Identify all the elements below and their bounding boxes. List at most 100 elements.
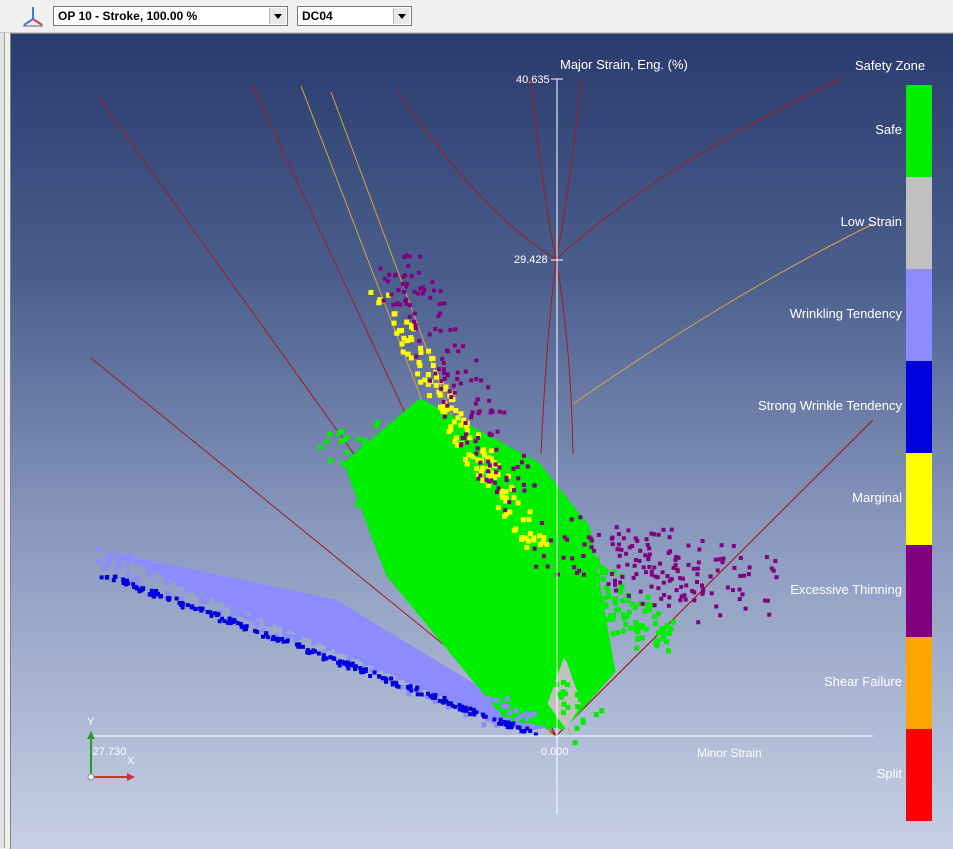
strain-point bbox=[487, 479, 491, 484]
strain-point bbox=[369, 661, 375, 667]
strain-point bbox=[541, 535, 547, 540]
strain-point bbox=[452, 343, 457, 348]
strain-point bbox=[674, 588, 679, 593]
strain-point bbox=[416, 270, 421, 275]
strain-point bbox=[430, 363, 436, 368]
strain-point bbox=[417, 338, 422, 343]
strain-point bbox=[524, 544, 530, 550]
coordinate-axes-icon[interactable] bbox=[20, 4, 46, 28]
strain-point bbox=[134, 575, 140, 581]
strain-point bbox=[492, 615, 498, 620]
strain-point bbox=[399, 341, 405, 347]
strain-point bbox=[426, 393, 432, 399]
strain-point bbox=[441, 700, 446, 705]
strain-point bbox=[124, 562, 130, 568]
strain-point bbox=[296, 644, 301, 649]
strain-point bbox=[623, 621, 629, 627]
strain-point bbox=[396, 288, 401, 293]
strain-point bbox=[452, 390, 457, 395]
strain-point bbox=[438, 289, 443, 294]
strain-point bbox=[390, 453, 395, 459]
legend-color-bar bbox=[906, 85, 932, 821]
strain-point bbox=[428, 694, 433, 698]
strain-point bbox=[740, 592, 745, 597]
strain-point bbox=[553, 634, 559, 640]
strain-point bbox=[467, 435, 473, 441]
strain-point bbox=[468, 697, 474, 703]
strain-point bbox=[670, 619, 676, 625]
strain-point bbox=[582, 542, 587, 547]
strain-point bbox=[474, 466, 479, 471]
legend-swatch bbox=[906, 453, 932, 545]
strain-point bbox=[594, 596, 600, 601]
strain-point bbox=[227, 616, 232, 621]
strain-point bbox=[661, 580, 666, 585]
material-select[interactable]: DC04 bbox=[297, 6, 412, 26]
strain-point bbox=[555, 572, 560, 577]
strain-point bbox=[695, 572, 700, 577]
strain-point bbox=[161, 565, 167, 571]
strain-point bbox=[522, 453, 526, 458]
strain-point bbox=[634, 572, 639, 577]
strain-point bbox=[422, 504, 427, 509]
stage-select[interactable]: OP 10 - Stroke, 100.00 % bbox=[53, 6, 288, 26]
strain-point bbox=[328, 458, 334, 464]
strain-point bbox=[534, 564, 539, 569]
strain-point bbox=[453, 408, 459, 413]
strain-point bbox=[498, 608, 504, 614]
strain-point bbox=[438, 580, 444, 586]
strain-point bbox=[626, 593, 631, 598]
strain-point bbox=[658, 561, 662, 566]
strain-point bbox=[453, 435, 459, 441]
strain-point bbox=[638, 548, 643, 553]
strain-point bbox=[174, 596, 179, 601]
strain-point bbox=[215, 597, 221, 603]
strain-point bbox=[538, 548, 544, 554]
strain-point bbox=[668, 626, 674, 632]
strain-point bbox=[391, 302, 396, 307]
strain-point bbox=[646, 607, 652, 613]
strain-point bbox=[609, 572, 614, 576]
strain-point bbox=[679, 584, 684, 589]
strain-point bbox=[297, 622, 302, 628]
strain-point bbox=[261, 634, 265, 639]
strain-point bbox=[183, 587, 189, 593]
strain-point bbox=[305, 628, 311, 634]
strain-point bbox=[738, 574, 743, 578]
strain-point bbox=[439, 387, 444, 392]
strain-point bbox=[447, 693, 453, 699]
strain-point bbox=[544, 542, 550, 547]
strain-point bbox=[630, 544, 635, 548]
strain-point bbox=[395, 483, 401, 489]
flc-viewport[interactable]: Major Strain, Eng. (%) Minor Strain 40.6… bbox=[10, 33, 953, 849]
strain-point bbox=[502, 410, 507, 415]
strain-point bbox=[111, 578, 116, 583]
strain-point bbox=[619, 584, 625, 590]
chevron-down-icon[interactable] bbox=[269, 8, 286, 24]
strain-point bbox=[479, 634, 485, 640]
strain-point bbox=[487, 473, 493, 479]
strain-point bbox=[561, 555, 566, 560]
strain-point bbox=[324, 439, 330, 445]
strain-point bbox=[518, 713, 524, 719]
legend-label: Wrinkling Tendency bbox=[789, 306, 902, 321]
strain-point bbox=[97, 546, 102, 552]
strain-point bbox=[502, 513, 508, 519]
strain-point bbox=[113, 574, 118, 579]
strain-point bbox=[464, 708, 469, 713]
strain-point bbox=[526, 620, 532, 626]
material-select-value: DC04 bbox=[302, 9, 333, 23]
strain-point bbox=[152, 590, 157, 595]
strain-point bbox=[435, 683, 441, 689]
strain-point bbox=[678, 598, 683, 603]
strain-point bbox=[209, 613, 214, 618]
y-axis-label: Major Strain, Eng. (%) bbox=[560, 57, 688, 72]
flc-curve bbox=[540, 258, 557, 455]
strain-point bbox=[557, 531, 563, 537]
stage-select-value: OP 10 - Stroke, 100.00 % bbox=[58, 9, 198, 23]
strain-point bbox=[632, 604, 638, 610]
legend-label: Excessive Thinning bbox=[790, 582, 902, 597]
strain-point bbox=[565, 537, 569, 542]
strain-point bbox=[538, 695, 544, 700]
chevron-down-icon[interactable] bbox=[393, 8, 410, 24]
